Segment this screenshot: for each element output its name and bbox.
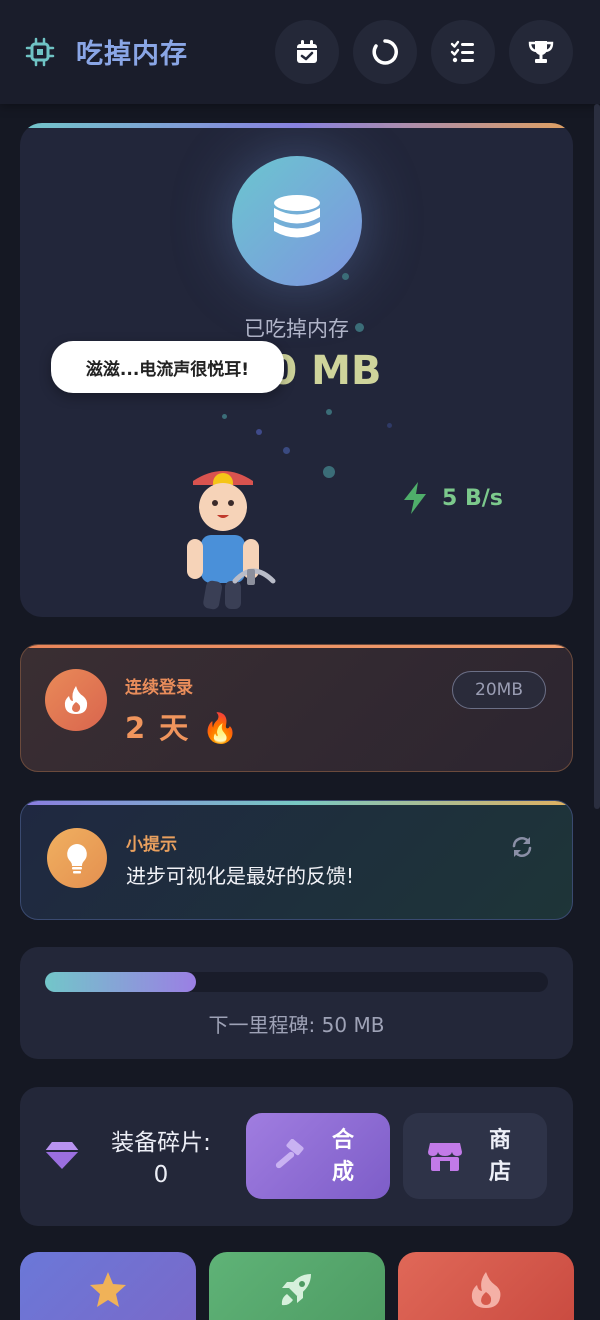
login-streak-card: 连续登录 2 天 🔥 20MB	[20, 644, 573, 772]
memory-card: 已吃掉内存 00 MB 5 B/s 滋滋...电流声很悦耳!	[20, 123, 573, 617]
fire-icon	[64, 686, 88, 714]
speech-bubble: 滋滋...电流声很悦耳!	[51, 341, 284, 393]
fragment-count: 0	[153, 1162, 169, 1188]
worker-mascot[interactable]	[183, 463, 283, 613]
memory-orb[interactable]	[232, 156, 362, 286]
card-accent-line	[21, 645, 572, 648]
store-icon	[428, 1143, 462, 1171]
milestone-progress-bar	[45, 972, 548, 992]
shop-label: 商店	[488, 1128, 511, 1185]
hammer-icon	[275, 1139, 304, 1169]
craft-button[interactable]: 合成	[246, 1113, 390, 1199]
calendar-check-icon	[297, 40, 317, 63]
particle	[222, 414, 227, 419]
refresh-icon[interactable]	[510, 835, 534, 859]
star-tile[interactable]	[20, 1252, 196, 1320]
streak-value: 2 天 🔥	[125, 711, 241, 745]
particle	[283, 447, 290, 454]
particle	[323, 466, 335, 478]
rocket-icon	[281, 1274, 311, 1306]
tip-card: 小提示 进步可视化是最好的反馈!	[20, 800, 573, 920]
loading-ring-icon	[372, 39, 398, 65]
particle	[326, 409, 332, 415]
streak-reward-badge[interactable]: 20MB	[452, 671, 546, 709]
particle	[256, 429, 262, 435]
gem-icon	[45, 1142, 79, 1169]
tip-text: 进步可视化是最好的反馈!	[126, 864, 355, 888]
rocket-tile[interactable]	[209, 1252, 385, 1320]
fragment-info: 装备碎片: 0	[100, 1127, 222, 1191]
craft-label: 合成	[331, 1128, 354, 1185]
fragment-label: 装备碎片:	[111, 1130, 211, 1156]
brand: 吃掉内存	[24, 32, 188, 71]
speed-indicator: 5 B/s	[400, 481, 503, 515]
app-page: 吃掉内存 已吃掉内存 00 MB 5 B/s 滋滋...电流声很悦耳! 连续登录…	[0, 0, 600, 1320]
achievements-button[interactable]	[509, 20, 573, 84]
calendar-button[interactable]	[275, 20, 339, 84]
fire-icon	[471, 1272, 501, 1308]
card-accent-line	[21, 801, 572, 805]
speed-text: 5 B/s	[442, 485, 503, 511]
lightning-icon	[404, 482, 426, 514]
milestone-card: 下一里程碑: 50 MB	[20, 947, 573, 1059]
milestone-progress-fill	[45, 972, 196, 992]
star-icon	[90, 1272, 126, 1307]
equipment-card: 装备碎片: 0 合成 商店	[20, 1087, 573, 1226]
app-title: 吃掉内存	[76, 39, 188, 70]
tasks-button[interactable]	[431, 20, 495, 84]
streak-badge	[45, 669, 107, 731]
database-icon	[274, 195, 320, 238]
fire-tile[interactable]	[398, 1252, 574, 1320]
trophy-icon	[528, 41, 554, 63]
progress-button[interactable]	[353, 20, 417, 84]
task-list-icon	[450, 40, 474, 63]
app-header: 吃掉内存	[0, 0, 600, 104]
tip-badge	[47, 828, 107, 888]
chip-icon	[25, 37, 55, 66]
lightbulb-icon	[67, 844, 87, 874]
tip-label: 小提示	[126, 835, 177, 855]
particle	[387, 423, 392, 428]
particle	[342, 273, 349, 280]
eaten-label: 已吃掉内存	[244, 317, 349, 341]
card-accent-line	[20, 123, 573, 128]
streak-label: 连续登录	[125, 678, 193, 698]
scrollbar[interactable]	[594, 104, 600, 809]
shop-button[interactable]: 商店	[403, 1113, 547, 1199]
milestone-text: 下一里程碑: 50 MB	[208, 1013, 385, 1037]
